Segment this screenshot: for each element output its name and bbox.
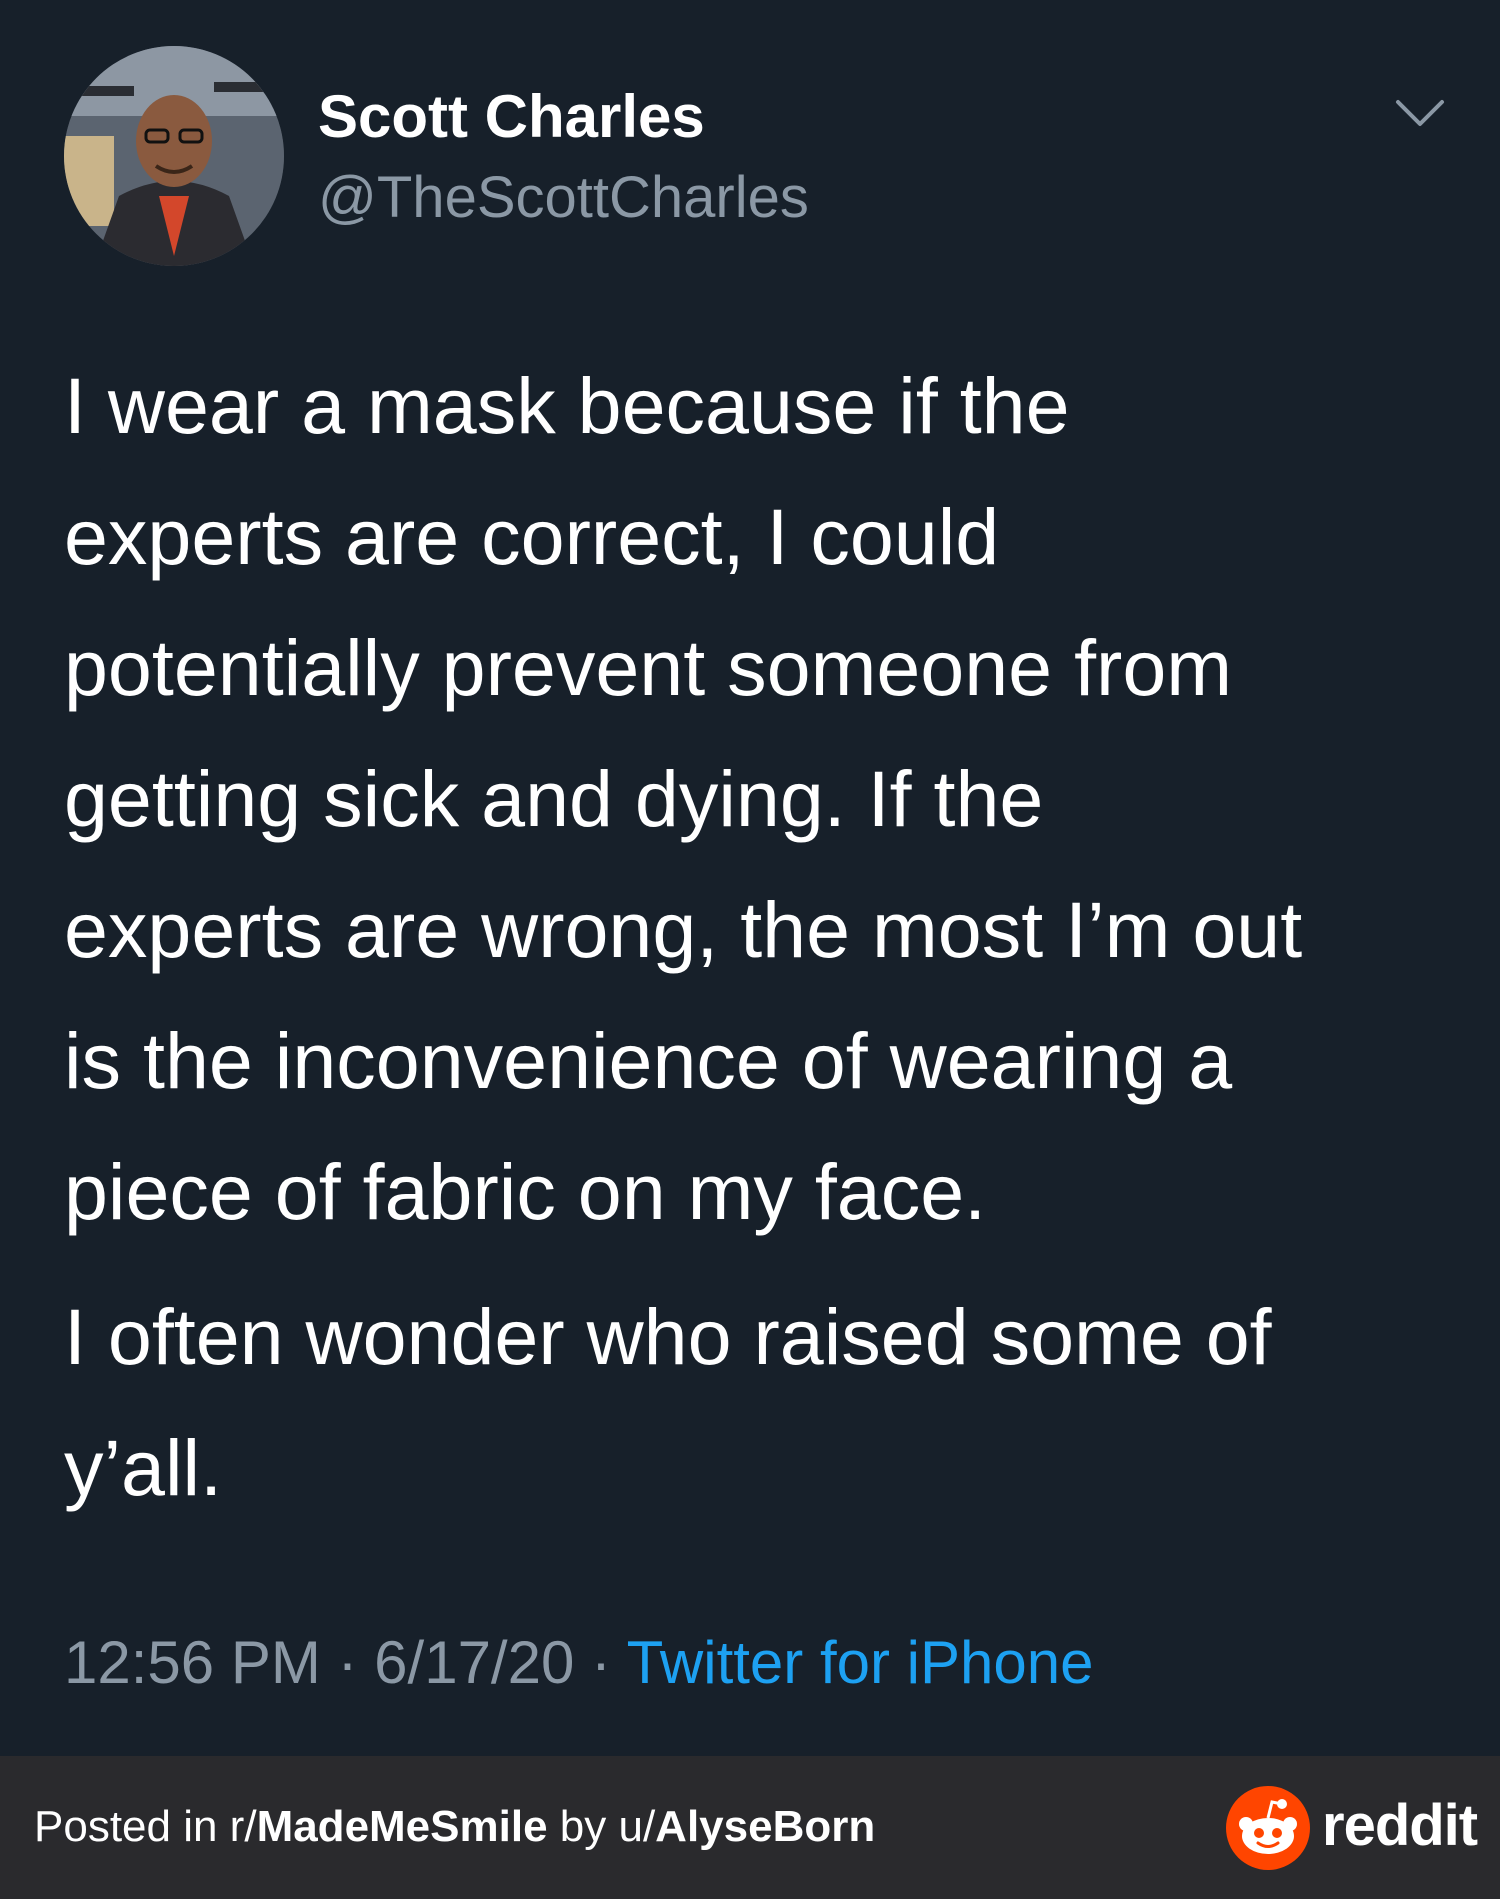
tweet-card: Scott Charles @TheScottCharles I wear a … bbox=[0, 0, 1500, 1756]
tweet-date[interactable]: 6/17/20 bbox=[374, 1629, 574, 1696]
chevron-down-icon[interactable] bbox=[1394, 96, 1446, 132]
posted-in-prefix: Posted in r/ bbox=[34, 1802, 257, 1851]
avatar-photo-icon bbox=[64, 46, 284, 266]
reddit-wordmark: reddit bbox=[1322, 1793, 1478, 1858]
tweet-line: is the inconvenience of wearing a bbox=[64, 1016, 1233, 1105]
username-link[interactable]: AlyseBorn bbox=[655, 1802, 875, 1851]
tweet-line: experts are correct, I could bbox=[64, 492, 1000, 581]
posted-in-text: Posted in r/MadeMeSmile by u/AlyseBorn bbox=[34, 1802, 875, 1852]
tweet-meta: 12:56 PM · 6/17/20 · Twitter for iPhone bbox=[64, 1628, 1093, 1697]
by-prefix: by u/ bbox=[547, 1802, 656, 1851]
meta-separator: · bbox=[591, 1629, 627, 1696]
tweet-line: piece of fabric on my face. bbox=[64, 1147, 987, 1236]
tweet-source-link[interactable]: Twitter for iPhone bbox=[627, 1629, 1094, 1696]
subreddit-link[interactable]: MadeMeSmile bbox=[257, 1802, 548, 1851]
tweet-line: y’all. bbox=[64, 1423, 223, 1512]
tweet-line: I wear a mask because if the bbox=[64, 361, 1070, 450]
tweet-line: I often wonder who raised some of bbox=[64, 1292, 1272, 1381]
tweet-line: getting sick and dying. If the bbox=[64, 754, 1044, 843]
user-handle[interactable]: @TheScottCharles bbox=[318, 164, 809, 231]
reddit-footer: Posted in r/MadeMeSmile by u/AlyseBorn r… bbox=[0, 1756, 1500, 1899]
tweet-time[interactable]: 12:56 PM bbox=[64, 1629, 321, 1696]
reddit-logo-icon bbox=[1226, 1786, 1310, 1870]
user-avatar[interactable] bbox=[64, 46, 284, 266]
display-name[interactable]: Scott Charles bbox=[318, 82, 705, 151]
tweet-line: experts are wrong, the most I’m out bbox=[64, 885, 1303, 974]
tweet-line: potentially prevent someone from bbox=[64, 623, 1233, 712]
meta-separator: · bbox=[337, 1629, 375, 1696]
tweet-body: I wear a mask because if the experts are… bbox=[64, 340, 1444, 1533]
